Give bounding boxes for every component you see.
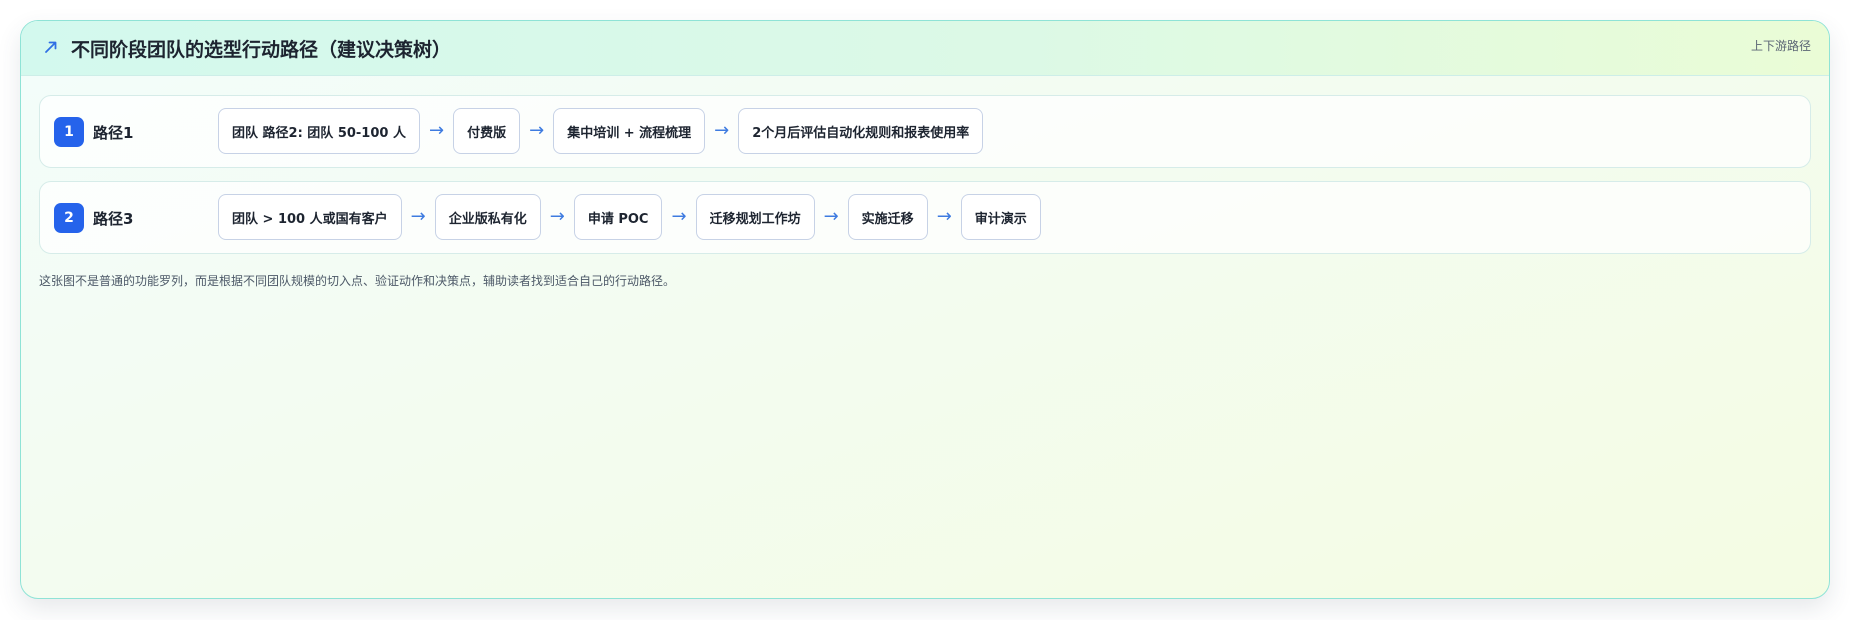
trend-arrow-icon <box>43 39 59 55</box>
path-name: 路径3 <box>93 210 134 228</box>
path-row: 1 路径1 团队 路径2: 团队 50-100 人 → 付费版 → 集中培训 +… <box>39 95 1811 168</box>
card-header: 不同阶段团队的选型行动路径（建议决策树） 上下游路径 <box>21 21 1829 76</box>
path-step[interactable]: 实施迁移 <box>847 194 928 240</box>
path-step[interactable]: 集中培训 + 流程梳理 <box>553 108 706 154</box>
path-steps: 团队 > 100 人或国有客户 → 企业版私有化 → 申请 POC → 迁移规划… <box>218 194 1041 240</box>
arrow-right-icon: → <box>823 206 839 227</box>
arrow-right-icon: → <box>428 120 445 141</box>
arrow-right-icon: → <box>529 120 545 141</box>
action-path-card: 不同阶段团队的选型行动路径（建议决策树） 上下游路径 1 路径1 团队 路径2:… <box>20 20 1830 599</box>
path-number-badge: 2 <box>54 203 84 233</box>
path-step[interactable]: 2个月后评估自动化规则和报表使用率 <box>738 108 984 154</box>
path-step[interactable]: 团队 > 100 人或国有客户 <box>218 194 402 240</box>
arrow-right-icon: → <box>714 120 730 141</box>
path-name: 路径1 <box>93 124 134 142</box>
path-steps: 团队 路径2: 团队 50-100 人 → 付费版 → 集中培训 + 流程梳理 … <box>218 108 984 154</box>
path-step[interactable]: 企业版私有化 <box>434 194 541 240</box>
path-number-badge: 1 <box>54 117 84 147</box>
arrow-right-icon: → <box>671 206 687 227</box>
path-step[interactable]: 迁移规划工作坊 <box>695 194 815 240</box>
path-step[interactable]: 付费版 <box>453 108 521 154</box>
footnote-text: 这张图不是普通的功能罗列，而是根据不同团队规模的切入点、验证动作和决策点，辅助读… <box>39 274 676 288</box>
card-title: 不同阶段团队的选型行动路径（建议决策树） <box>71 39 452 61</box>
path-step[interactable]: 团队 路径2: 团队 50-100 人 <box>218 108 420 154</box>
path-step[interactable]: 审计演示 <box>960 194 1041 240</box>
arrow-right-icon: → <box>410 206 426 227</box>
path-row: 2 路径3 团队 > 100 人或国有客户 → 企业版私有化 → 申请 POC … <box>39 181 1811 254</box>
upstream-downstream-link[interactable]: 上下游路径 <box>1751 37 1811 54</box>
path-step[interactable]: 申请 POC <box>573 194 663 240</box>
arrow-right-icon: → <box>936 206 952 227</box>
arrow-right-icon: → <box>549 206 565 227</box>
